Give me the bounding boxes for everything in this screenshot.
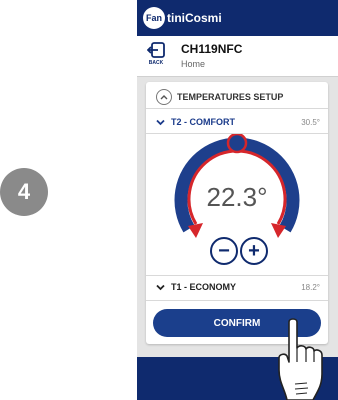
back-label: BACK — [148, 60, 164, 66]
chevron-up-icon — [156, 89, 172, 105]
section-title: TEMPERATURES SETUP — [177, 92, 284, 102]
device-subtitle: Home — [181, 59, 206, 69]
increase-button[interactable]: + — [240, 237, 268, 265]
plus-icon: + — [248, 240, 260, 262]
brand-logo-mark: Fan — [143, 7, 165, 29]
device-name: CH119NFC — [181, 42, 243, 56]
decrease-button[interactable]: − — [210, 237, 238, 265]
top-header: BACK CH119NFC Home — [137, 36, 338, 77]
row-t1-label-wrap: T1 - ECONOMY — [156, 282, 236, 292]
temperatures-section-header[interactable]: TEMPERATURES SETUP — [156, 89, 283, 105]
back-icon — [147, 42, 165, 58]
brand-bar: Fan tiniCosmi — [137, 0, 338, 36]
hand-pointer-icon — [278, 318, 323, 400]
row-t2-label-wrap: T2 - COMFORT — [156, 117, 235, 127]
row-t1-economy[interactable]: T1 - ECONOMY 18.2° — [156, 280, 320, 294]
chevron-down-icon — [156, 284, 165, 290]
row-t2-comfort[interactable]: T2 - COMFORT 30.5° — [156, 115, 320, 129]
divider — [146, 108, 328, 109]
step-number-badge: 4 — [0, 168, 48, 216]
phone-screen: Fan tiniCosmi BACK CH119NFC Home TEMPERAT… — [137, 0, 338, 400]
row-t1-label: T1 - ECONOMY — [171, 282, 237, 292]
current-setpoint: 22.3° — [206, 182, 268, 212]
chevron-down-icon — [156, 119, 165, 125]
minus-icon: − — [218, 240, 230, 262]
brand-logo-text: tiniCosmi — [167, 11, 222, 25]
temperatures-card: TEMPERATURES SETUP T2 - COMFORT 30.5° 22… — [146, 82, 328, 344]
dial-handle[interactable] — [226, 134, 248, 154]
row-t2-label: T2 - COMFORT — [171, 117, 235, 127]
divider — [146, 275, 328, 276]
divider — [146, 300, 328, 301]
brand-logo: Fan tiniCosmi — [143, 7, 222, 29]
row-t2-value: 30.5° — [301, 117, 320, 127]
row-t1-value: 18.2° — [301, 282, 320, 292]
back-button[interactable]: BACK — [143, 42, 169, 72]
